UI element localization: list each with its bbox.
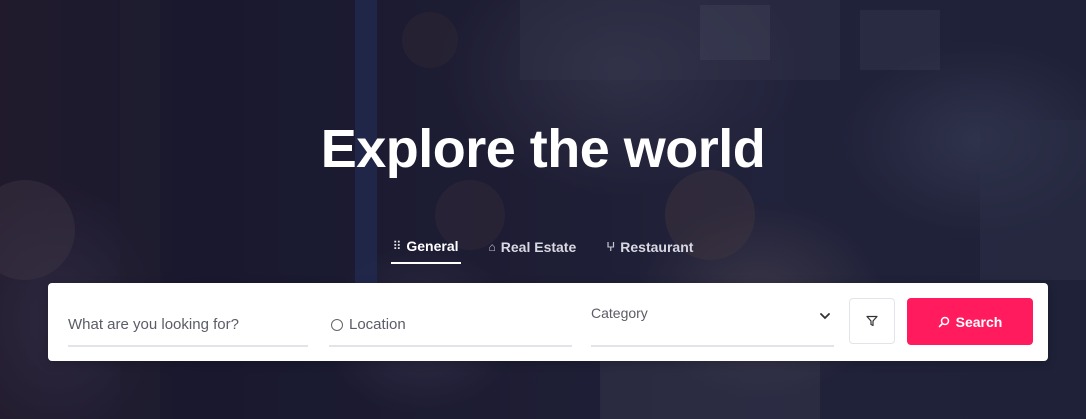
tab-real-estate[interactable]: ⌂ Real Estate [487,236,579,264]
hero-section: Explore the world ⠿ General ⌂ Real Estat… [0,0,1086,419]
category-select[interactable]: Category [591,283,834,347]
search-button[interactable]: Search [907,298,1033,345]
tab-restaurant[interactable]: ⵖ Restaurant [604,236,695,264]
search-card: Category Search [48,283,1048,361]
utensils-icon: ⵖ [606,240,616,254]
filter-icon [866,315,878,327]
tab-label: Restaurant [620,239,694,255]
keyword-field [68,283,308,347]
home-icon: ⌂ [488,240,496,254]
tab-label: General [406,238,459,254]
keyword-input[interactable] [68,316,308,333]
chevron-down-icon [820,313,830,320]
tab-general[interactable]: ⠿ General [390,236,461,264]
filter-button[interactable] [849,298,895,344]
category-label: Category [591,305,648,321]
tab-label: Real Estate [500,239,577,255]
search-icon [938,316,949,327]
grid-icon: ⠿ [392,239,402,253]
location-icon [331,319,343,331]
category-tabs: ⠿ General ⌂ Real Estate ⵖ Restaurant [0,236,1086,264]
location-input[interactable] [349,316,569,333]
search-button-label: Search [955,313,1003,330]
location-field [329,283,572,347]
page-title: Explore the world [320,119,766,179]
